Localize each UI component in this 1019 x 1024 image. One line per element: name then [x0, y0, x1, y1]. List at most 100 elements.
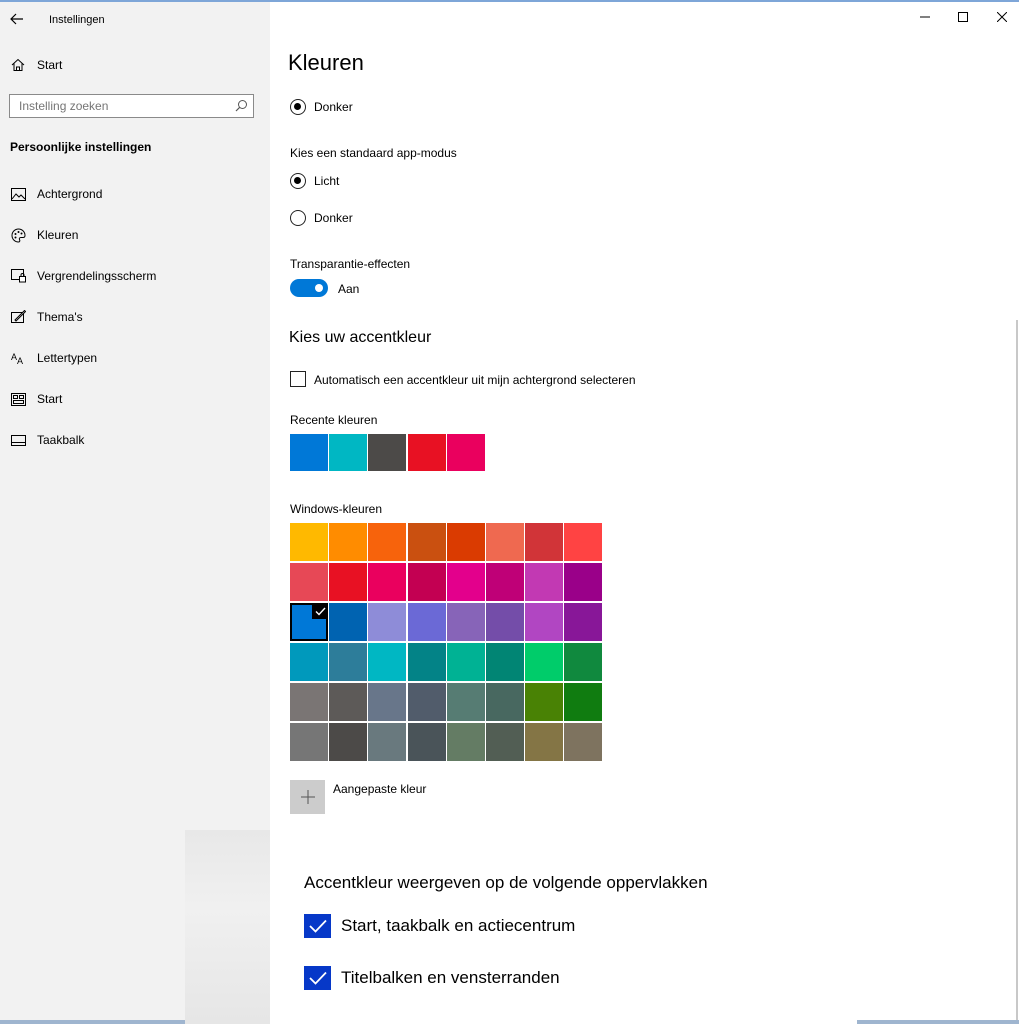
windows-color-swatch[interactable]	[329, 523, 368, 561]
recent-color-swatch[interactable]	[446, 434, 485, 471]
recent-color-swatch[interactable]	[290, 434, 328, 471]
sidebar-item-taakbalk[interactable]: Taakbalk	[0, 425, 270, 455]
windows-color-swatch[interactable]	[368, 523, 407, 561]
recent-color-swatch[interactable]	[407, 434, 446, 471]
titlebars-checkbox[interactable]	[304, 966, 331, 990]
windows-color-swatch[interactable]	[564, 563, 603, 601]
windows-color-swatch[interactable]	[290, 683, 328, 721]
windows-color-swatch[interactable]	[446, 523, 485, 561]
windows-mode-dark-label: Donker	[314, 100, 353, 114]
page-title: Kleuren	[288, 50, 364, 75]
windows-color-swatch[interactable]	[486, 683, 524, 721]
windows-color-swatch[interactable]	[329, 723, 368, 761]
sidebar-item-vergrendelingsscherm[interactable]: Vergrendelingsscherm	[0, 261, 270, 291]
windows-color-swatch[interactable]	[329, 563, 368, 601]
windows-color-swatch[interactable]	[407, 683, 446, 721]
windows-color-swatch[interactable]	[486, 723, 524, 761]
search-field[interactable]	[9, 94, 254, 118]
accent-heading: Kies uw accentkleur	[289, 329, 432, 346]
windows-color-swatch[interactable]	[564, 523, 603, 561]
lock-screen-icon	[10, 268, 26, 284]
sidebar-item-start[interactable]: Start	[0, 384, 270, 414]
custom-color-button[interactable]	[290, 780, 325, 814]
windows-color-swatch[interactable]	[525, 723, 564, 761]
search-input[interactable]	[19, 99, 229, 113]
windows-mode-dark-radio[interactable]	[290, 99, 306, 115]
windows-color-swatch[interactable]	[407, 523, 446, 561]
close-button[interactable]	[993, 8, 1011, 26]
windows-color-swatch[interactable]	[368, 723, 407, 761]
sidebar-item-label: Kleuren	[37, 228, 79, 242]
maximize-icon	[958, 12, 968, 22]
windows-color-swatch[interactable]	[407, 563, 446, 601]
sidebar-item-themas[interactable]: Thema's	[0, 302, 270, 332]
windows-color-swatch[interactable]	[368, 563, 407, 601]
windows-color-swatch[interactable]	[525, 643, 564, 681]
window-bottom-border	[857, 1020, 1019, 1024]
recent-color-swatch[interactable]	[329, 434, 368, 471]
app-mode-dark-radio[interactable]	[290, 210, 306, 226]
transparency-toggle[interactable]	[290, 279, 328, 297]
windows-color-swatch[interactable]	[407, 723, 446, 761]
sidebar-item-label: Start	[37, 392, 63, 406]
windows-color-swatch[interactable]	[290, 643, 328, 681]
windows-color-swatch[interactable]	[407, 603, 446, 641]
selected-check-icon	[312, 603, 328, 619]
windows-color-swatch[interactable]	[564, 643, 603, 681]
windows-color-swatch[interactable]	[564, 723, 603, 761]
sidebar-item-lettertypen[interactable]: AA Lettertypen	[0, 343, 270, 373]
transparency-heading: Transparantie-effecten	[290, 257, 411, 271]
windows-color-swatch[interactable]	[525, 603, 564, 641]
app-mode-light-label: Licht	[314, 174, 340, 188]
windows-color-swatch[interactable]	[290, 523, 328, 561]
windows-color-swatch[interactable]	[446, 643, 485, 681]
windows-color-swatch[interactable]	[486, 643, 524, 681]
window-bottom-border	[0, 1020, 185, 1024]
windows-colors-heading: Windows-kleuren	[290, 502, 383, 516]
windows-color-swatch[interactable]	[446, 723, 485, 761]
app-mode-dark-label: Donker	[314, 211, 353, 225]
start-taskbar-label: Start, taakbalk en actiecentrum	[341, 916, 576, 935]
sidebar-item-achtergrond[interactable]: Achtergrond	[0, 179, 270, 209]
windows-color-swatch[interactable]	[368, 603, 407, 641]
sidebar-item-label: Start	[37, 58, 63, 72]
theme-icon	[10, 309, 26, 325]
back-button[interactable]	[6, 8, 28, 30]
windows-color-swatch[interactable]	[290, 723, 328, 761]
windows-color-swatch[interactable]	[486, 603, 524, 641]
windows-color-swatch[interactable]	[446, 683, 485, 721]
minimize-icon	[920, 16, 930, 18]
windows-color-swatch[interactable]	[486, 563, 524, 601]
windows-color-swatch[interactable]	[525, 683, 564, 721]
checkmark-icon	[308, 919, 327, 933]
windows-color-swatch[interactable]	[290, 603, 328, 641]
windows-color-swatch[interactable]	[407, 643, 446, 681]
start-taskbar-checkbox[interactable]	[304, 914, 331, 938]
windows-color-swatch[interactable]	[525, 523, 564, 561]
picture-icon	[10, 186, 26, 202]
windows-color-swatch[interactable]	[446, 603, 485, 641]
windows-color-swatch[interactable]	[329, 603, 368, 641]
windows-color-swatch[interactable]	[290, 563, 328, 601]
windows-color-swatch[interactable]	[564, 683, 603, 721]
auto-accent-checkbox[interactable]	[290, 371, 306, 387]
auto-accent-label: Automatisch een accentkleur uit mijn ach…	[314, 373, 636, 387]
minimize-button[interactable]	[916, 8, 934, 26]
recent-color-swatch[interactable]	[368, 434, 407, 471]
titlebars-label: Titelbalken en vensterranden	[341, 968, 560, 987]
windows-color-swatch[interactable]	[446, 563, 485, 601]
app-mode-heading: Kies een standaard app-modus	[290, 146, 457, 160]
maximize-button[interactable]	[954, 8, 972, 26]
sidebar-item-home[interactable]: Start	[0, 50, 270, 80]
windows-color-swatch[interactable]	[329, 643, 368, 681]
windows-color-swatch[interactable]	[564, 603, 603, 641]
scrollbar[interactable]	[1016, 320, 1018, 1020]
windows-color-swatch[interactable]	[486, 523, 524, 561]
windows-color-swatch[interactable]	[368, 643, 407, 681]
windows-color-swatch[interactable]	[329, 683, 368, 721]
sidebar-item-label: Achtergrond	[37, 187, 103, 201]
windows-color-swatch[interactable]	[525, 563, 564, 601]
app-mode-light-radio[interactable]	[290, 173, 306, 189]
windows-color-swatch[interactable]	[368, 683, 407, 721]
sidebar-item-kleuren[interactable]: Kleuren	[0, 220, 270, 250]
